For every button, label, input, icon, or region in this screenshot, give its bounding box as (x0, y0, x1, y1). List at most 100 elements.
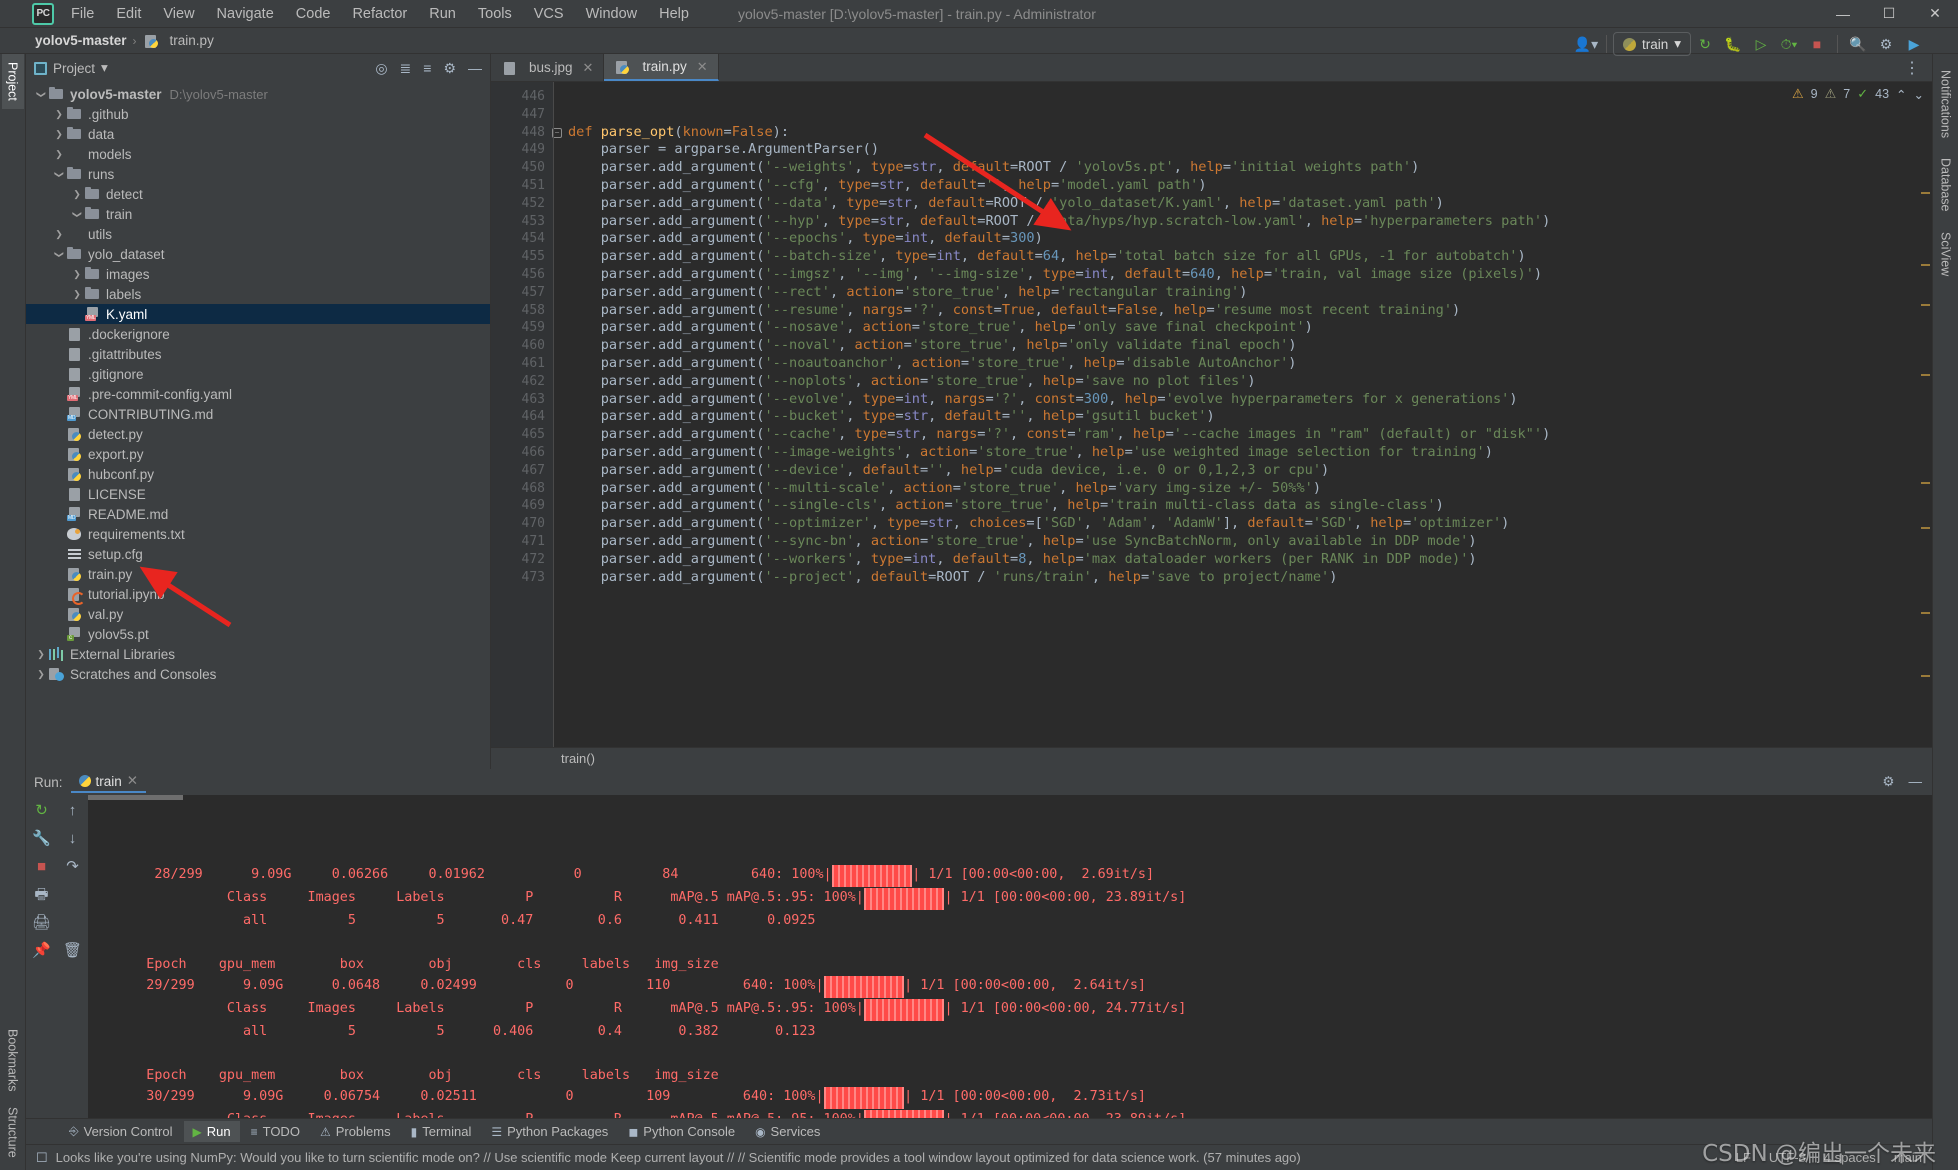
minimize-button[interactable]: — (1820, 0, 1866, 28)
bottom-tab-python-packages[interactable]: ☰ Python Packages (482, 1121, 617, 1142)
console-scrollbar[interactable] (88, 795, 183, 800)
scroll-up-icon[interactable]: ↑ (69, 803, 77, 818)
status-message[interactable]: Looks like you're using NumPy: Would you… (56, 1150, 1301, 1165)
wrench-icon[interactable]: 🔧 (32, 831, 51, 846)
tree-node-train-py[interactable]: train.py (26, 564, 490, 584)
rerun-icon[interactable]: ↻ (1691, 31, 1719, 57)
code-text[interactable]: def parse_opt(known=False): parser = arg… (553, 82, 1932, 747)
event-log-icon[interactable]: ☐ (36, 1150, 48, 1166)
updates-icon[interactable]: ▶ (1900, 31, 1928, 57)
tree-node-external-libraries[interactable]: ❯External Libraries (26, 644, 490, 664)
tree-node--pre-commit-config-yaml[interactable]: .pre-commit-config.yaml (26, 384, 490, 404)
maximize-button[interactable]: ☐ (1866, 0, 1912, 28)
tree-node-train[interactable]: ❯train (26, 204, 490, 224)
bottom-tab-problems[interactable]: ⚠ Problems (311, 1121, 400, 1142)
chevron-down-icon[interactable]: ❯ (36, 87, 47, 101)
account-icon[interactable]: 👤▾ (1572, 31, 1600, 57)
tree-node-license[interactable]: LICENSE (26, 484, 490, 504)
menu-edit[interactable]: Edit (105, 3, 152, 25)
tree-node-yolov5s-pt[interactable]: yolov5s.pt (26, 624, 490, 644)
inspection-widget[interactable]: ⚠ 9 ⚠ 7 ✓ 43 ⌃ ⌄ (1792, 86, 1924, 102)
stripe-tab-bookmarks[interactable]: Bookmarks (2, 1021, 24, 1100)
bottom-tab-todo[interactable]: ≡ TODO (242, 1121, 309, 1142)
tree-node--gitattributes[interactable]: .gitattributes (26, 344, 490, 364)
chevron-right-icon[interactable]: ❯ (52, 129, 66, 140)
printer-icon[interactable]: 🖨 (32, 915, 51, 930)
tree-node-detect[interactable]: ❯detect (26, 184, 490, 204)
prev-problem-icon[interactable]: ⌃ (1896, 87, 1906, 102)
stripe-tab-database[interactable]: Database (1935, 148, 1957, 222)
profile-icon[interactable]: ⏱▾ (1775, 31, 1803, 57)
tree-node-detect-py[interactable]: detect.py (26, 424, 490, 444)
editor-tab-train-py[interactable]: train.py ✕ (604, 54, 718, 81)
tree-node--gitignore[interactable]: .gitignore (26, 364, 490, 384)
trash-icon[interactable]: 🗑 (63, 943, 82, 958)
tree-node-k-yaml[interactable]: K.yaml (26, 304, 490, 324)
chevron-right-icon[interactable]: ❯ (70, 289, 84, 300)
next-problem-icon[interactable]: ⌄ (1914, 87, 1924, 102)
menu-vcs[interactable]: VCS (523, 3, 575, 25)
collapse-all-icon[interactable]: ≡ (423, 61, 431, 75)
project-panel-title[interactable]: Project (53, 61, 95, 76)
menu-tools[interactable]: Tools (467, 3, 523, 25)
menu-window[interactable]: Window (575, 3, 649, 25)
chevron-right-icon[interactable]: ❯ (52, 229, 66, 240)
print-icon[interactable]: 🖶 (34, 887, 48, 902)
menu-file[interactable]: File (60, 3, 105, 25)
pin-icon[interactable]: 📌 (32, 943, 51, 958)
menu-code[interactable]: Code (285, 3, 342, 25)
gear-icon[interactable]: ⚙ (1882, 774, 1894, 790)
hide-panel-icon[interactable]: — (1909, 774, 1923, 790)
tree-node-contributing-md[interactable]: CONTRIBUTING.md (26, 404, 490, 424)
chevron-down-icon[interactable]: ❯ (72, 207, 83, 221)
bottom-tab-version-control[interactable]: ⎆ Version Control (60, 1121, 182, 1142)
chevron-down-icon[interactable]: ❯ (54, 167, 65, 181)
code-viewport[interactable]: 446447448−449450451452453454455456457458… (491, 82, 1932, 747)
run-tab-train[interactable]: train ✕ (71, 771, 147, 793)
chevron-right-icon[interactable]: ❯ (52, 149, 66, 160)
stripe-tab-project[interactable]: Project (2, 54, 24, 109)
tree-node-setup-cfg[interactable]: setup.cfg (26, 544, 490, 564)
rerun-icon[interactable]: ↻ (35, 803, 48, 818)
project-tree[interactable]: ❯yolov5-masterD:\yolov5-master❯.github❯d… (26, 82, 490, 769)
close-icon[interactable]: ✕ (697, 59, 708, 75)
gear-icon[interactable]: ⚙ (1872, 31, 1900, 57)
editor-tab-bus-jpg[interactable]: bus.jpg ✕ (491, 54, 604, 81)
menu-run[interactable]: Run (418, 3, 467, 25)
tree-node-utils[interactable]: ❯utils (26, 224, 490, 244)
tree-node-export-py[interactable]: export.py (26, 444, 490, 464)
bottom-tab-services[interactable]: ◉ Services (746, 1121, 829, 1142)
close-button[interactable]: ✕ (1912, 0, 1958, 28)
tree-node-scratches-and-consoles[interactable]: ❯Scratches and Consoles (26, 664, 490, 684)
expand-all-icon[interactable]: ≣ (400, 61, 412, 75)
close-icon[interactable]: ✕ (127, 773, 138, 789)
tree-node-val-py[interactable]: val.py (26, 604, 490, 624)
breadcrumb-file[interactable]: train.py (140, 33, 217, 48)
scrollbar-markers[interactable] (1920, 82, 1932, 747)
bottom-tab-run[interactable]: ▶ Run (184, 1121, 240, 1142)
breadcrumb-project[interactable]: yolov5-master (32, 33, 130, 48)
menu-navigate[interactable]: Navigate (206, 3, 285, 25)
tree-node-tutorial-ipynb[interactable]: tutorial.ipynb (26, 584, 490, 604)
tree-node-runs[interactable]: ❯runs (26, 164, 490, 184)
tree-node-readme-md[interactable]: README.md (26, 504, 490, 524)
chevron-right-icon[interactable]: ❯ (34, 669, 48, 680)
settings-icon[interactable]: ⚙ (443, 61, 456, 75)
run-coverage-icon[interactable]: ▷ (1747, 31, 1775, 57)
scroll-down-icon[interactable]: ↓ (69, 831, 77, 846)
run-configuration-selector[interactable]: train ▾ (1613, 32, 1691, 56)
chevron-right-icon[interactable]: ❯ (52, 109, 66, 120)
menu-view[interactable]: View (152, 3, 205, 25)
tree-node-requirements-txt[interactable]: requirements.txt (26, 524, 490, 544)
tree-node-data[interactable]: ❯data (26, 124, 490, 144)
tree-node-images[interactable]: ❯images (26, 264, 490, 284)
stripe-tab-structure[interactable]: Structure (2, 1099, 24, 1166)
stripe-tab-sciview[interactable]: SciView (1935, 222, 1957, 286)
locate-icon[interactable]: ◎ (375, 61, 387, 75)
tree-node-hubconf-py[interactable]: hubconf.py (26, 464, 490, 484)
chevron-right-icon[interactable]: ❯ (70, 269, 84, 280)
bottom-tab-terminal[interactable]: ▮ Terminal (402, 1121, 481, 1142)
chevron-right-icon[interactable]: ❯ (34, 649, 48, 660)
search-icon[interactable]: 🔍 (1844, 31, 1872, 57)
stop-icon[interactable]: ■ (1803, 31, 1831, 57)
